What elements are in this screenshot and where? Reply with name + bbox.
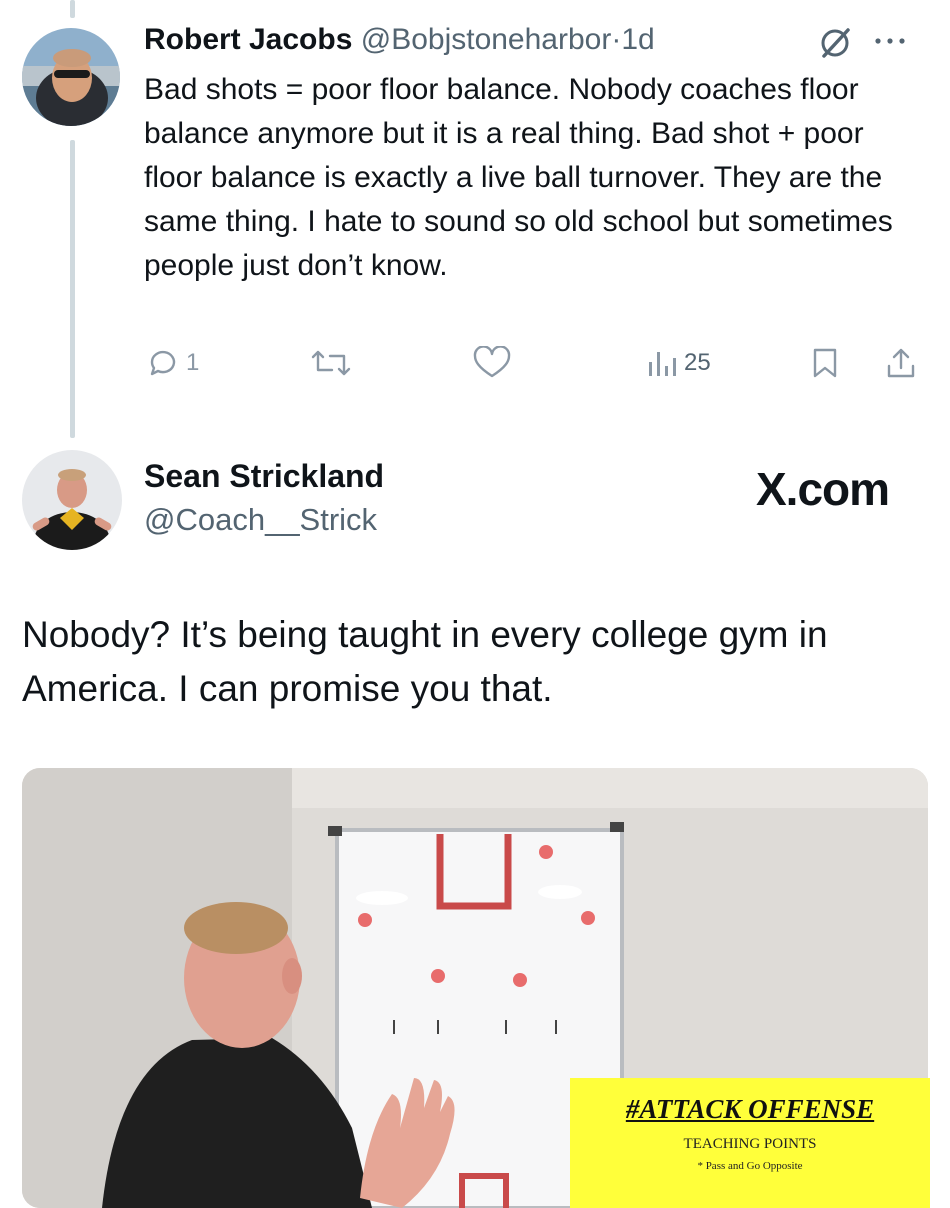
quoted-author-name[interactable]: Sean Strickland <box>144 458 384 495</box>
media-caption-card: #ATTACK OFFENSE TEACHING POINTS * Pass a… <box>570 1078 930 1208</box>
views-icon <box>649 352 676 376</box>
grok-icon[interactable] <box>818 26 852 65</box>
bookmark-button[interactable] <box>808 346 842 380</box>
reply-count: 1 <box>186 349 200 376</box>
author-name[interactable]: Robert Jacobs <box>144 23 352 56</box>
thread-line-top <box>70 0 75 18</box>
more-icon[interactable] <box>870 26 910 61</box>
tweet-time[interactable]: 1d <box>621 23 654 56</box>
brand-watermark: X.com <box>756 463 890 515</box>
like-button[interactable] <box>472 346 518 380</box>
quoted-author-handle[interactable]: @Coach__Strick <box>144 502 377 538</box>
bookmark-icon <box>813 348 837 378</box>
thread-line <box>70 140 75 438</box>
tweet-header: Robert Jacobs @Bobjstoneharbor·1d <box>144 20 655 60</box>
share-icon <box>887 348 915 378</box>
quoted-tweet-text: Nobody? It’s being taught in every colle… <box>22 614 828 709</box>
quoted-avatar[interactable] <box>22 450 122 550</box>
avatar[interactable] <box>22 28 120 126</box>
share-button[interactable] <box>884 346 918 380</box>
retweet-button[interactable] <box>310 346 358 380</box>
poster-title: #ATTACK OFFENSE <box>625 1094 875 1124</box>
author-handle[interactable]: @Bobjstoneharbor <box>361 23 612 56</box>
retweet-icon <box>311 350 351 376</box>
poster-subtitle: TEACHING POINTS <box>683 1136 817 1152</box>
views-button[interactable]: 25 <box>646 346 711 380</box>
separator-dot: · <box>611 23 622 56</box>
avatar-photo <box>22 28 120 126</box>
poster-point: * Pass and Go Opposite <box>697 1160 803 1172</box>
tweet-text: Bad shots = poor floor balance. Nobody c… <box>144 73 893 282</box>
quoted-avatar-photo <box>22 450 122 550</box>
view-count: 25 <box>684 349 711 376</box>
reply-button[interactable]: 1 <box>146 346 199 380</box>
heart-icon <box>473 346 511 378</box>
reply-icon <box>150 350 176 376</box>
